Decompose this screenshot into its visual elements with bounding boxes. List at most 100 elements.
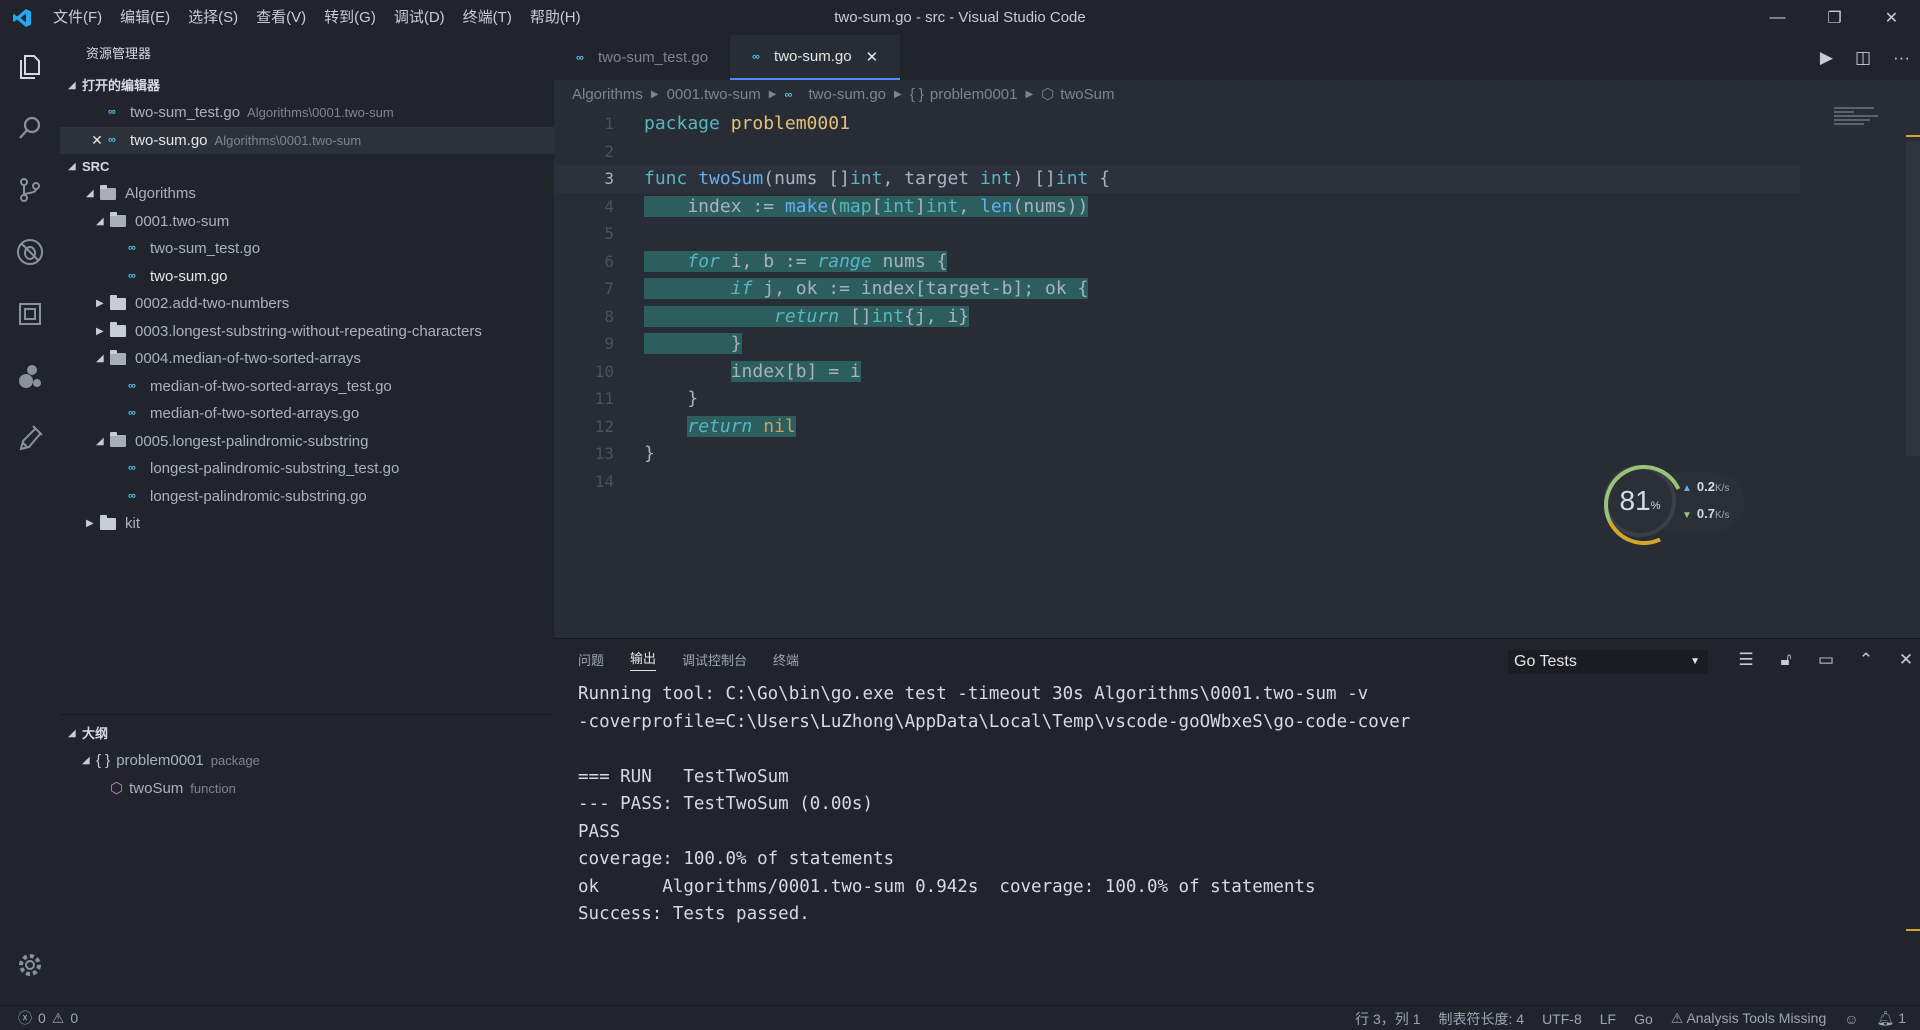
chevron-right-icon: ▶ xyxy=(96,298,104,309)
output-channel-select[interactable]: Go Tests ▼ xyxy=(1508,650,1708,674)
search-icon[interactable] xyxy=(0,97,60,159)
warning-count: 0 xyxy=(70,1010,79,1026)
output-line: Success: Tests passed. xyxy=(578,904,810,924)
breadcrumb-item[interactable]: twoSum xyxy=(1060,80,1114,110)
menu-help[interactable]: 帮助(H) xyxy=(521,0,590,35)
tree-file[interactable]: ∞ longest-palindromic-substring.go xyxy=(60,483,554,511)
tree-label: 0001.two-sum xyxy=(135,212,230,230)
tree-file[interactable]: ∞ median-of-two-sorted-arrays.go xyxy=(60,400,554,428)
open-editor-item[interactable]: ∞ two-sum_test.go Algorithms\0001.two-su… xyxy=(60,99,554,127)
tree-folder[interactable]: ◢ 0005.longest-palindromic-substring xyxy=(60,428,554,456)
remote-icon[interactable] xyxy=(0,345,60,407)
output-line: Running tool: C:\Go\bin\go.exe test -tim… xyxy=(578,684,1369,704)
breadcrumb-item[interactable]: 0001.two-sum xyxy=(667,80,761,110)
clear-output-icon[interactable]: ☰ xyxy=(1736,650,1756,670)
open-editors-header[interactable]: ◢ 打开的编辑器 xyxy=(60,73,554,99)
chevron-right-icon: ▶ xyxy=(768,89,777,100)
close-window-icon[interactable]: ✕ xyxy=(1863,0,1920,35)
split-editor-icon[interactable]: ◫ xyxy=(1855,48,1871,68)
menu-edit[interactable]: 编辑(E) xyxy=(111,0,179,35)
tree-folder[interactable]: ▶ 0003.longest-substring-without-repeati… xyxy=(60,318,554,346)
download-rate: 0.7 xyxy=(1696,506,1715,521)
tree-file[interactable]: ∞ two-sum.go xyxy=(60,263,554,291)
outline-item[interactable]: ◢ { } problem0001 package xyxy=(60,747,554,775)
tree-folder[interactable]: ▶ kit xyxy=(60,510,554,538)
lock-scroll-icon[interactable]: 🔓︎ xyxy=(1776,650,1796,670)
problems-indicator[interactable]: ⓧ 0 ⚠ 0 xyxy=(0,1008,78,1028)
editor-scrollbar[interactable] xyxy=(1906,141,1920,456)
menu-go[interactable]: 转到(G) xyxy=(315,0,385,35)
maximize-panel-icon[interactable]: ⌃ xyxy=(1856,650,1876,670)
open-editor-item-active[interactable]: ✕ ∞ two-sum.go Algorithms\0001.two-sum xyxy=(60,126,554,155)
open-editor-name: two-sum_test.go xyxy=(130,104,241,121)
minimap[interactable] xyxy=(1834,107,1880,137)
run-icon[interactable]: ▶ xyxy=(1820,48,1833,68)
tab-debug-console[interactable]: 调试控制台 xyxy=(682,650,747,669)
menu-view[interactable]: 查看(V) xyxy=(247,0,315,35)
tree-label: 0005.longest-palindromic-substring xyxy=(135,432,369,450)
notifications[interactable]: 🔔︎ 1 xyxy=(1877,1010,1906,1027)
chevron-right-icon: ▶ xyxy=(86,518,94,529)
debug-icon[interactable] xyxy=(0,221,60,283)
menu-selection[interactable]: 选择(S) xyxy=(179,0,247,35)
minimize-icon[interactable]: — xyxy=(1749,0,1806,35)
tree-file[interactable]: ∞ two-sum_test.go xyxy=(60,235,554,263)
status-bar: ⓧ 0 ⚠ 0 行 3，列 1 制表符长度: 4 UTF-8 LF Go ⚠ A… xyxy=(0,1005,1920,1030)
tab-terminal[interactable]: 终端 xyxy=(773,650,799,669)
src-header[interactable]: ◢ SRC xyxy=(60,154,554,180)
outline-item[interactable]: ⬡ twoSum function xyxy=(60,775,554,803)
end-of-line[interactable]: LF xyxy=(1600,1011,1616,1027)
restore-icon[interactable]: ❐ xyxy=(1806,0,1863,35)
output-line: ok Algorithms/0001.two-sum 0.942s covera… xyxy=(578,876,1316,897)
line-number: 9 xyxy=(604,334,614,353)
cursor-position[interactable]: 行 3，列 1 xyxy=(1355,1009,1420,1029)
usage-percent: 81 xyxy=(1619,485,1651,516)
close-icon[interactable]: ✕ xyxy=(866,48,879,66)
tree-folder[interactable]: ◢ 0004.median-of-two-sorted-arrays xyxy=(60,345,554,373)
close-icon[interactable]: ✕ xyxy=(86,127,108,155)
tab-problems[interactable]: 问题 xyxy=(578,650,604,669)
close-panel-icon[interactable]: ✕ xyxy=(1896,650,1916,670)
tree-folder[interactable]: ◢ 0001.two-sum xyxy=(60,208,554,236)
go-file-icon: ∞ xyxy=(128,407,136,419)
tree-folder[interactable]: ▶ 0002.add-two-numbers xyxy=(60,290,554,318)
gear-icon[interactable] xyxy=(0,940,60,990)
explorer-icon[interactable] xyxy=(0,35,60,97)
chevron-right-icon: ▶ xyxy=(96,325,104,337)
chevron-right-icon: ▶ xyxy=(894,89,902,100)
menu-file[interactable]: 文件(F) xyxy=(44,0,111,35)
test-icon[interactable] xyxy=(0,407,60,469)
feedback-icon[interactable]: ☺ xyxy=(1844,1011,1858,1027)
analysis-tools-status[interactable]: ⚠ Analysis Tools Missing xyxy=(1671,1010,1826,1027)
tab-output[interactable]: 输出 xyxy=(630,648,657,671)
go-file-icon: ∞ xyxy=(108,106,116,118)
menu-debug[interactable]: 调试(D) xyxy=(385,0,454,35)
tab-two-sum[interactable]: ∞ two-sum.go ✕ xyxy=(730,35,901,80)
chevron-down-icon: ◢ xyxy=(68,728,76,739)
extensions-icon[interactable] xyxy=(0,283,60,345)
language-mode[interactable]: Go xyxy=(1634,1011,1653,1027)
tree-folder-algorithms[interactable]: ◢ Algorithms xyxy=(60,180,554,208)
code-editor[interactable]: 1 package problem0001 2 3 func twoSum(nums… xyxy=(554,110,1920,491)
folder-icon xyxy=(110,322,126,338)
tab-size[interactable]: 制表符长度: 4 xyxy=(1438,1009,1524,1029)
breadcrumb-item[interactable]: Algorithms xyxy=(572,80,643,110)
breadcrumb-item[interactable]: two-sum.go xyxy=(808,80,886,110)
editor-group: ∞ two-sum_test.go ∞ two-sum.go ✕ ▶ ◫ ···… xyxy=(554,35,1920,638)
menu-terminal[interactable]: 终端(T) xyxy=(454,0,521,35)
open-editor-path: Algorithms\0001.two-sum xyxy=(214,132,362,148)
chevron-down-icon: ◢ xyxy=(82,755,90,766)
more-actions-icon[interactable]: ··· xyxy=(1893,48,1910,68)
open-editor-name: two-sum.go xyxy=(130,131,208,149)
output-log[interactable]: Running tool: C:\Go\bin\go.exe test -tim… xyxy=(578,681,1410,929)
encoding[interactable]: UTF-8 xyxy=(1542,1011,1582,1027)
tree-file[interactable]: ∞ longest-palindromic-substring_test.go xyxy=(60,455,554,483)
line-number: 11 xyxy=(594,389,614,408)
outline-header[interactable]: ◢ 大纲 xyxy=(60,721,554,747)
tab-two-sum-test[interactable]: ∞ two-sum_test.go xyxy=(554,35,730,80)
source-control-icon[interactable] xyxy=(0,159,60,221)
breadcrumb-item[interactable]: problem0001 xyxy=(930,80,1018,110)
open-log-icon[interactable]: ▭ xyxy=(1816,650,1836,670)
tree-file[interactable]: ∞ median-of-two-sorted-arrays_test.go xyxy=(60,373,554,401)
chevron-down-icon: ◢ xyxy=(68,80,76,91)
